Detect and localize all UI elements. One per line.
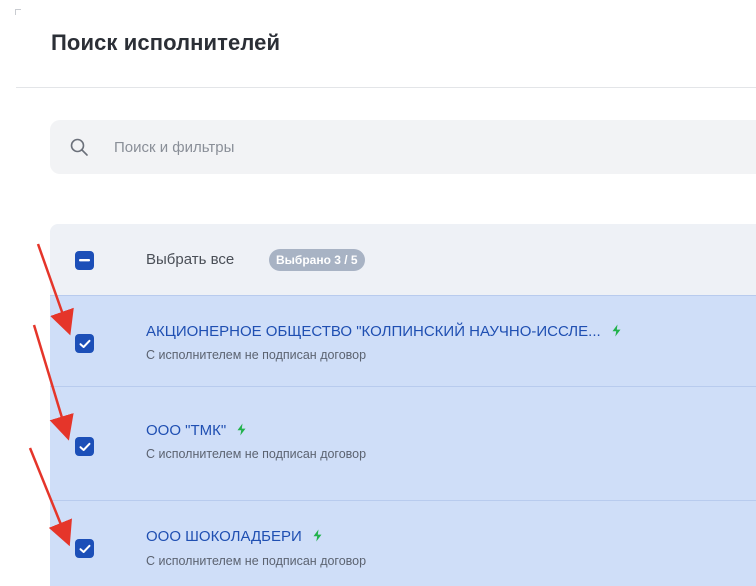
executor-name[interactable]: ООО "ТМК" [146,422,226,439]
select-all-row: Выбрать все Выбрано 3 / 5 [50,224,756,295]
divider [16,87,756,88]
row-checkbox[interactable] [75,334,94,353]
search-bar[interactable]: Поиск и фильтры [50,120,756,174]
list-item[interactable]: ООО ШОКОЛАДБЕРИ С исполнителем не подпис… [50,500,756,586]
executor-name[interactable]: ООО ШОКОЛАДБЕРИ [146,528,302,545]
executor-name[interactable]: АКЦИОНЕРНОЕ ОБЩЕСТВО "КОЛПИНСКИЙ НАУЧНО-… [146,323,601,340]
bolt-icon [237,423,246,436]
row-subtitle: С исполнителем не подписан договор [146,554,367,568]
row-subtitle: С исполнителем не подписан договор [146,447,367,461]
bolt-icon [313,529,322,542]
row-title[interactable]: АКЦИОНЕРНОЕ ОБЩЕСТВО "КОЛПИНСКИЙ НАУЧНО-… [146,323,622,340]
search-icon [70,138,88,156]
executor-list: Выбрать все Выбрано 3 / 5 АКЦИОНЕРНОЕ ОБ… [50,224,756,586]
row-subtitle: С исполнителем не подписан договор [146,348,367,362]
minus-icon [79,259,90,262]
list-item[interactable]: АКЦИОНЕРНОЕ ОБЩЕСТВО "КОЛПИНСКИЙ НАУЧНО-… [50,295,756,386]
select-all-label[interactable]: Выбрать все [146,251,234,268]
check-icon [79,339,90,348]
row-checkbox[interactable] [75,539,94,558]
row-checkbox[interactable] [75,437,94,456]
search-input[interactable]: Поиск и фильтры [114,139,234,156]
row-title[interactable]: ООО "ТМК" [146,422,247,439]
bolt-icon [612,324,621,337]
corner-mark [15,9,21,15]
check-icon [79,442,90,451]
row-title[interactable]: ООО ШОКОЛАДБЕРИ [146,528,323,545]
page-title: Поиск исполнителей [51,30,281,55]
check-icon [79,544,90,553]
select-all-checkbox[interactable] [75,251,94,270]
selected-count-badge: Выбрано 3 / 5 [269,249,365,271]
list-item[interactable]: ООО "ТМК" С исполнителем не подписан дог… [50,386,756,500]
